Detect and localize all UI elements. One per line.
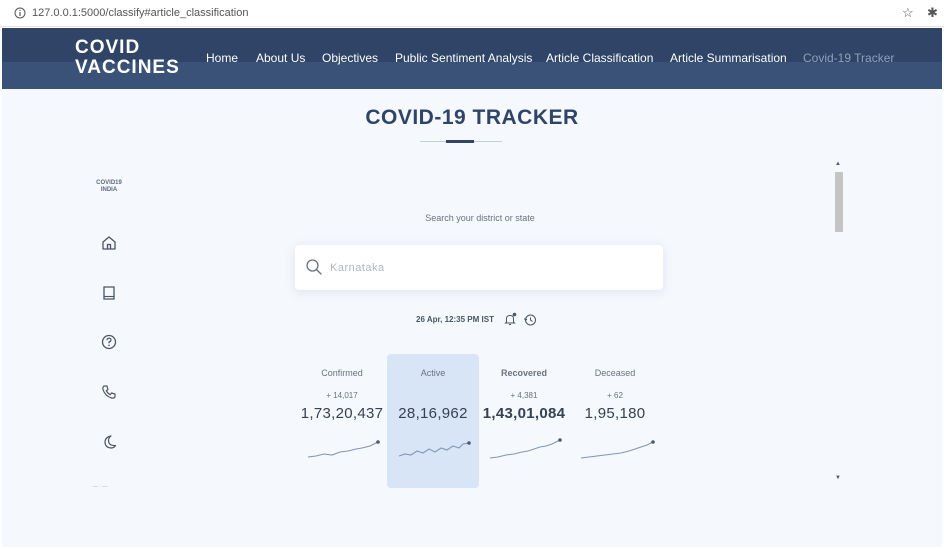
last-updated-timestamp: 26 Apr, 12:35 PM IST [416,315,494,324]
home-icon[interactable] [100,234,118,252]
site-logo[interactable]: COVID VACCINES [75,38,180,78]
stat-delta: + 14,017 [326,391,358,400]
logo-line2: VACCINES [75,57,180,78]
sidebar-brand[interactable]: COVID19 INDIA [89,180,129,194]
sparkline-recovered [489,438,562,459]
tracker-section: COVID-19 TRACKER COVID19 INDIA — · — Sea… [2,89,942,547]
page-title: COVID-19 TRACKER [365,106,579,129]
logo-line1: COVID [75,37,141,58]
bookmark-star-icon[interactable]: ☆ [902,5,914,21]
stat-label: Confirmed [321,368,363,378]
nav-covid-19-tracker[interactable]: Covid-19 Tracker [803,51,894,67]
sparkline-confirmed [307,440,380,458]
help-icon[interactable] [100,333,118,351]
scroll-down-arrow-icon[interactable]: ▼ [835,475,841,481]
stat-label: Recovered [500,368,548,378]
nav-about-us[interactable]: About Us [256,51,305,67]
info-icon[interactable] [14,7,26,19]
nav-public-sentiment-analysis[interactable]: Public Sentiment Analysis [395,51,532,67]
stat-card-active[interactable]: Active 28,16,962 [387,354,479,488]
search-icon [306,259,322,275]
stat-card-deceased[interactable]: Deceased + 62 1,95,180 [569,354,661,488]
sidebar-brand-line1: COVID19 [96,180,122,186]
moon-icon[interactable] [100,433,118,451]
sparkline-deceased [580,440,655,459]
nav-article-summarisation[interactable]: Article Summarisation [670,51,787,67]
sparkline-active [398,441,471,457]
sidebar-brand-line2: INDIA [100,187,118,193]
history-icon[interactable] [523,313,537,327]
search-box[interactable] [295,245,663,290]
search-label: Search your district or state [425,213,535,223]
bell-icon[interactable] [503,312,517,326]
nav-article-classification[interactable]: Article Classification [546,51,653,67]
nav-objectives[interactable]: Objectives [322,51,378,67]
stat-label: Deceased [594,368,636,378]
stat-delta: + 62 [607,391,623,400]
site-header: COVID VACCINES Home About Us Objectives … [2,28,942,89]
url-text[interactable]: 127.0.0.1:5000/classify#article_classifi… [32,7,248,19]
phone-icon[interactable] [100,383,118,401]
title-underline-accent [446,140,474,143]
extensions-puzzle-icon[interactable]: ✱ [927,5,938,21]
tracker-scrollbar[interactable]: ▲ ▼ [833,161,843,483]
search-input[interactable] [330,258,630,278]
book-icon[interactable] [100,284,118,302]
stat-card-confirmed[interactable]: Confirmed + 14,017 1,73,20,437 [296,354,388,488]
stat-card-recovered[interactable]: Recovered + 4,381 1,43,01,084 [478,354,570,488]
sidebar-more-fade: — · — [93,484,108,490]
scrollbar-thumb[interactable] [835,172,843,232]
scroll-up-arrow-icon[interactable]: ▲ [835,161,841,167]
nav-home[interactable]: Home [206,51,238,67]
stat-total: 1,95,180 [584,405,646,422]
browser-address-bar[interactable]: 127.0.0.1:5000/classify#article_classifi… [0,0,944,27]
stat-delta: + 4,381 [510,391,538,400]
stat-label: Active [420,368,446,378]
